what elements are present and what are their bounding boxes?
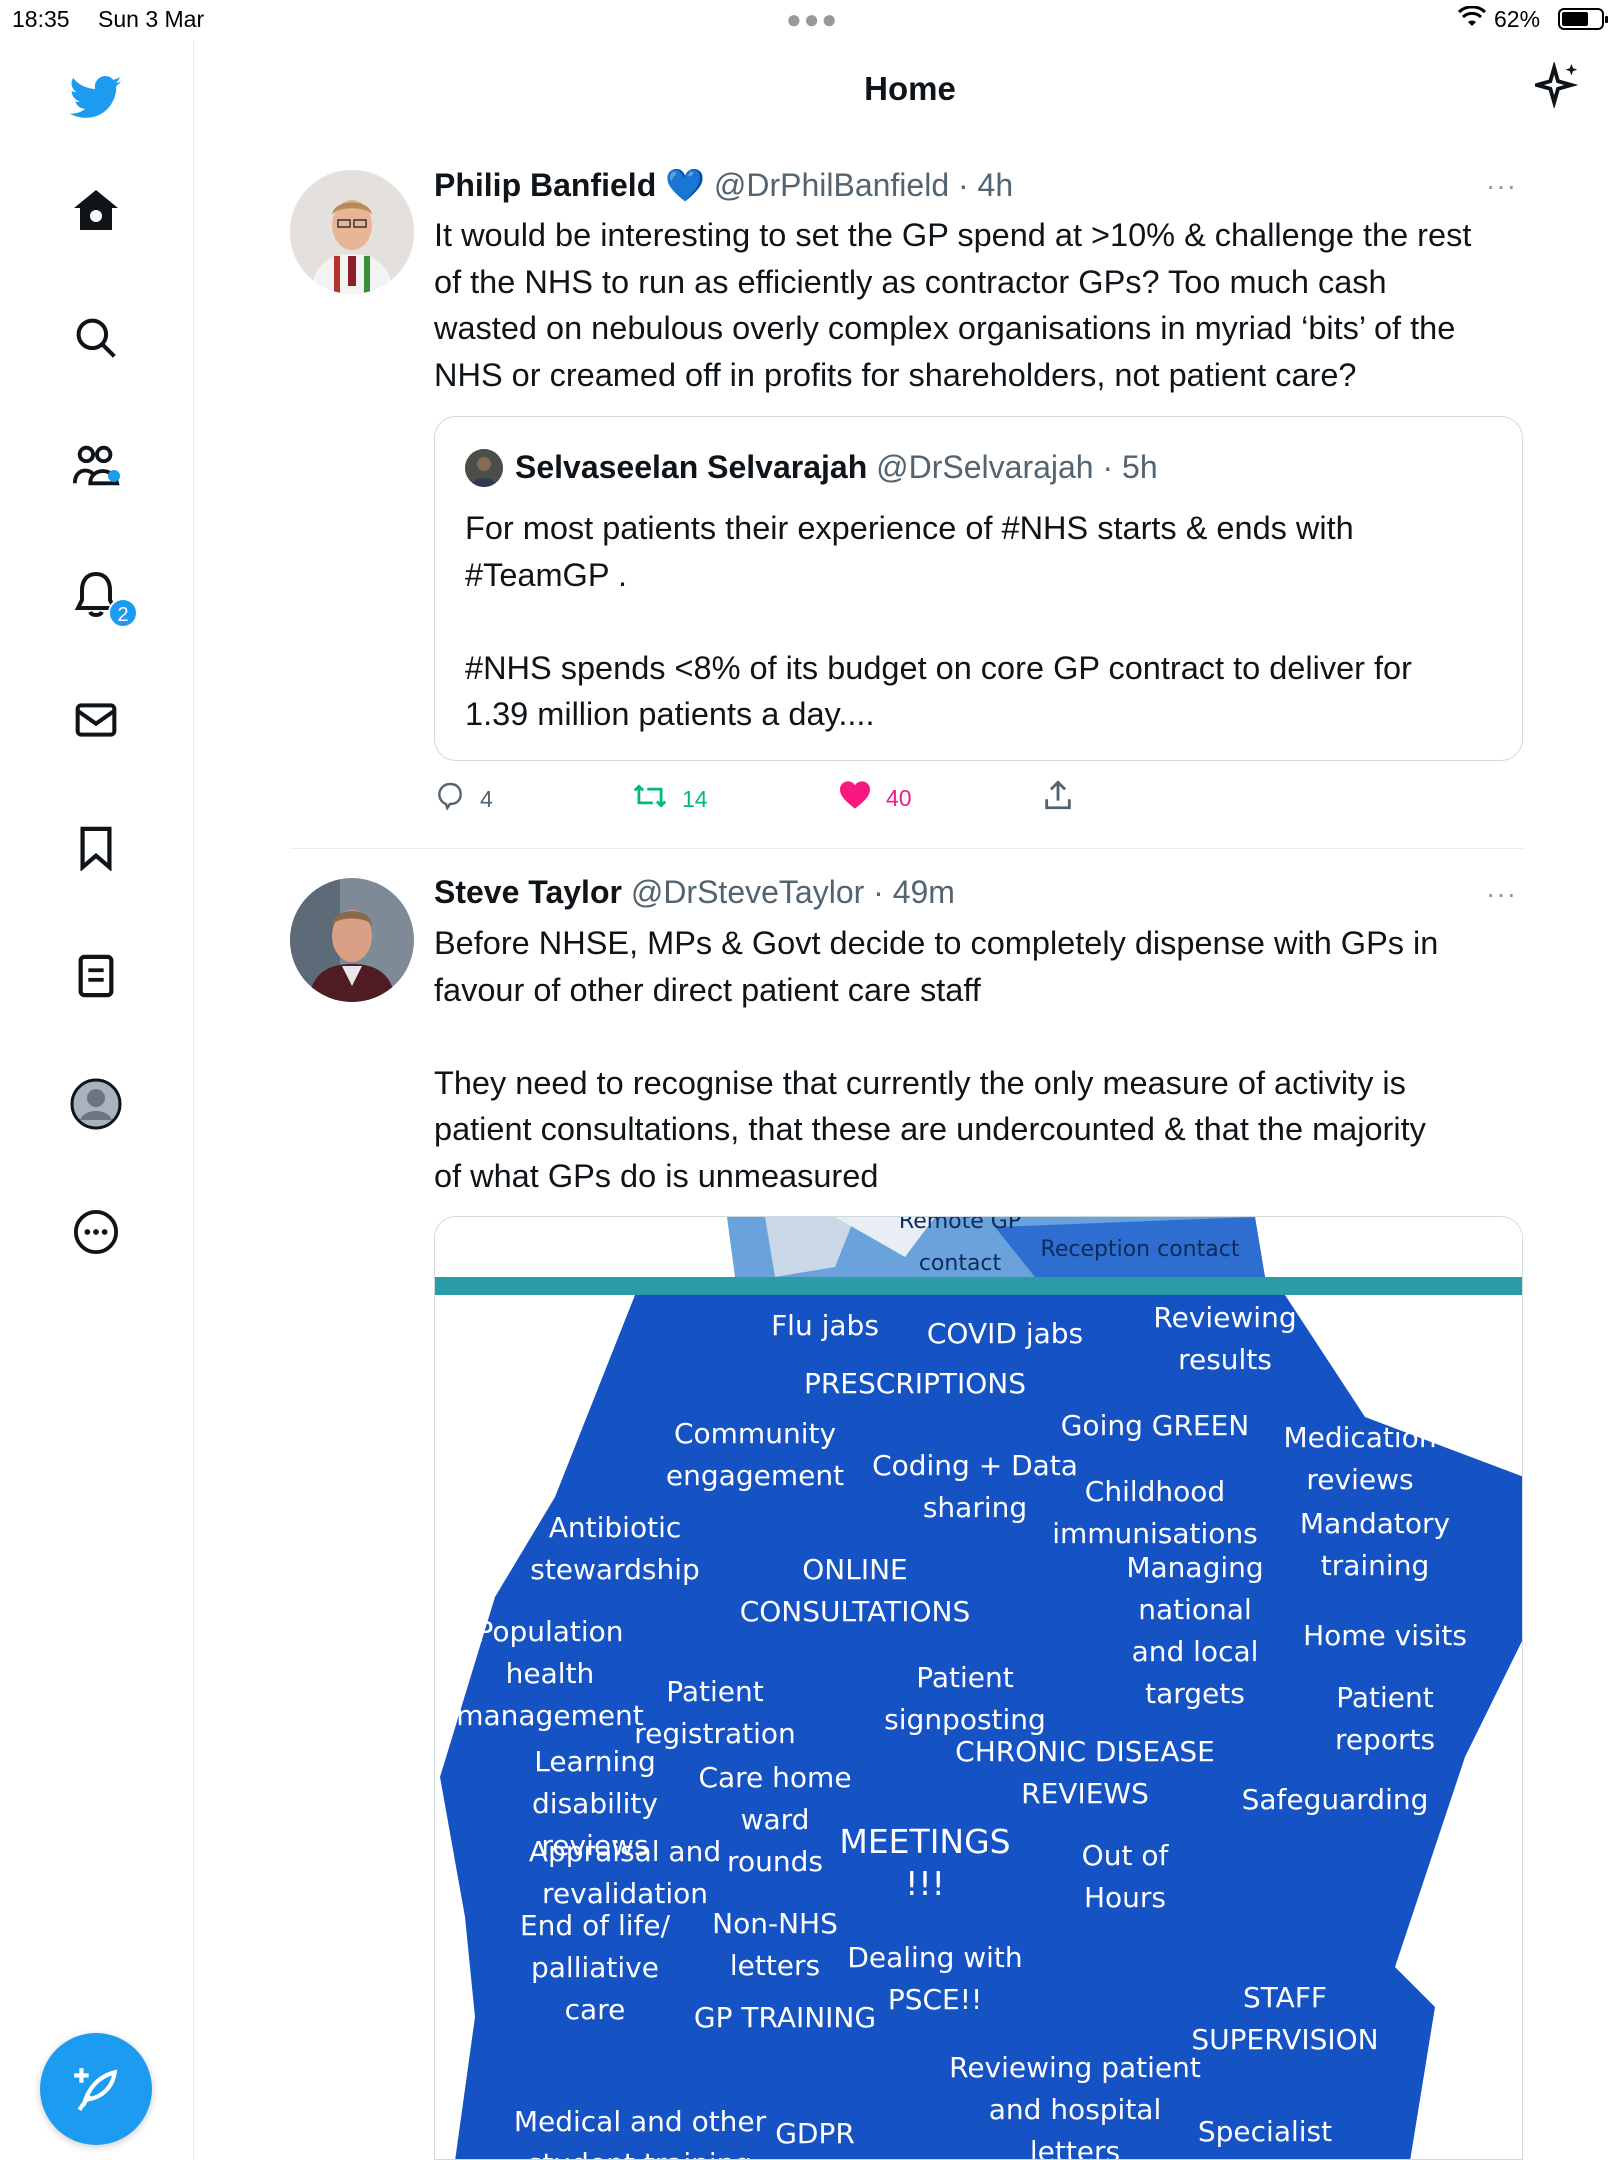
status-time: 18:35 (12, 6, 70, 32)
tweet-more-icon[interactable]: ··· (1486, 878, 1517, 910)
retweet-count: 14 (682, 785, 708, 812)
avatar[interactable] (290, 878, 414, 1002)
bookmarks-icon[interactable] (66, 818, 126, 878)
tweet-author-line: Philip Banfield 💙 @DrPhilBanfield · 4h (434, 166, 1013, 204)
iceberg-word: Safeguarding (1241, 1783, 1429, 1816)
iceberg-word: GP TRAINING (693, 2001, 877, 2034)
twitter-logo-icon[interactable] (66, 68, 126, 128)
iceberg-word: Medication reviews (1283, 1421, 1437, 1496)
blue-heart-emoji: 💙 (665, 167, 705, 203)
author-name[interactable]: Philip Banfield (434, 167, 656, 203)
tweet-text: It would be interesting to set the GP sp… (434, 217, 1472, 393)
more-options-icon[interactable] (66, 1202, 126, 1262)
iceberg-word: Non-NHS letters (712, 1907, 838, 1982)
sparkle-icon[interactable] (1529, 60, 1581, 113)
heart-icon (838, 780, 872, 816)
status-bar: 18:35 Sun 3 Mar ●●● 62% (0, 0, 1620, 40)
tweet-time[interactable]: · 49m (873, 874, 955, 910)
page-title: Home (864, 70, 956, 107)
tweet-time[interactable]: · 4h (958, 167, 1013, 203)
iceberg-word: Patient reports (1334, 1681, 1436, 1756)
avatar[interactable] (290, 170, 414, 294)
tweet-more-icon[interactable]: ··· (1486, 170, 1517, 202)
iceberg-word: Patient signposting (884, 1661, 1046, 1736)
iceberg-word: Specialist clinics (1197, 2115, 1333, 2159)
compose-tweet-button[interactable] (40, 2033, 152, 2145)
retweet-button[interactable]: 14 (632, 780, 708, 818)
quoted-tweet[interactable]: Selvaseelan Selvarajah @DrSelvarajah · 5… (434, 416, 1523, 761)
iceberg-word: COVID jabs (926, 1317, 1084, 1350)
tweet-text: Before NHSE, MPs & Govt decide to comple… (434, 925, 1439, 1194)
search-icon[interactable] (66, 308, 126, 368)
quoted-author-handle: @DrSelvarajah (876, 449, 1094, 485)
quoted-text: For most patients their experience of #N… (465, 510, 1412, 732)
iceberg-label: Reception contact (1040, 1237, 1240, 1262)
lists-icon[interactable] (66, 946, 126, 1006)
iceberg-word: Community engagement (665, 1417, 845, 1492)
communities-icon[interactable] (66, 436, 126, 496)
share-icon (1042, 778, 1074, 818)
author-handle[interactable]: @DrPhilBanfield (714, 167, 949, 203)
quoted-time: · 5h (1102, 449, 1158, 485)
battery-percent: 62% (1494, 6, 1541, 32)
iceberg-word: Medical and other student training (513, 2105, 767, 2159)
iceberg-word: Out of Hours (1081, 1839, 1169, 1914)
communities-dot (108, 470, 120, 482)
wifi-icon (1457, 5, 1487, 34)
like-button[interactable]: 40 (838, 780, 912, 816)
author-handle[interactable]: @DrSteveTaylor (631, 874, 864, 910)
iceberg-word: ONLINE CONSULTATIONS (739, 1553, 971, 1628)
status-date: Sun 3 Mar (98, 6, 205, 32)
iceberg-word: GDPR (775, 2117, 855, 2150)
retweet-icon (632, 780, 668, 818)
iceberg-word: Home visits (1303, 1619, 1467, 1652)
iceberg-word: End of life/ palliative care (519, 1909, 671, 2026)
iceberg-word: Antibiotic stewardship (530, 1511, 700, 1586)
quoted-author-line: Selvaseelan Selvarajah @DrSelvarajah · 5… (515, 449, 1158, 486)
battery-icon (1558, 8, 1608, 30)
iceberg-word: CHRONIC DISEASE REVIEWS (955, 1735, 1215, 1810)
home-icon[interactable] (66, 180, 126, 240)
sidebar: 2 (0, 40, 194, 2160)
profile-avatar-icon[interactable] (66, 1074, 126, 1134)
notification-badge: 2 (108, 598, 138, 628)
tweet-actions: 4 14 40 (434, 780, 1134, 820)
iceberg-word: Reviewing results (1153, 1301, 1297, 1376)
iceberg-word: PRESCRIPTIONS (803, 1367, 1027, 1400)
iceberg-word: Childhood immunisations (1052, 1475, 1258, 1550)
share-button[interactable] (1042, 778, 1074, 818)
reply-button[interactable]: 4 (434, 780, 493, 818)
author-name[interactable]: Steve Taylor (434, 874, 622, 910)
quoted-avatar (465, 449, 503, 487)
iceberg-word: Going GREEN (1060, 1409, 1250, 1442)
tweet-image-iceberg[interactable]: Remote GP contact Reception contact Flu … (434, 1216, 1523, 2160)
messages-icon[interactable] (66, 690, 126, 750)
tweet-author-line: Steve Taylor @DrSteveTaylor · 49m (434, 874, 955, 911)
like-count: 40 (886, 784, 912, 811)
reply-count: 4 (480, 785, 493, 812)
reply-icon (434, 780, 466, 818)
quoted-author-name: Selvaseelan Selvarajah (515, 449, 868, 485)
tweet-divider (290, 848, 1523, 849)
multitasking-dots-icon[interactable]: ●●● (786, 4, 839, 35)
